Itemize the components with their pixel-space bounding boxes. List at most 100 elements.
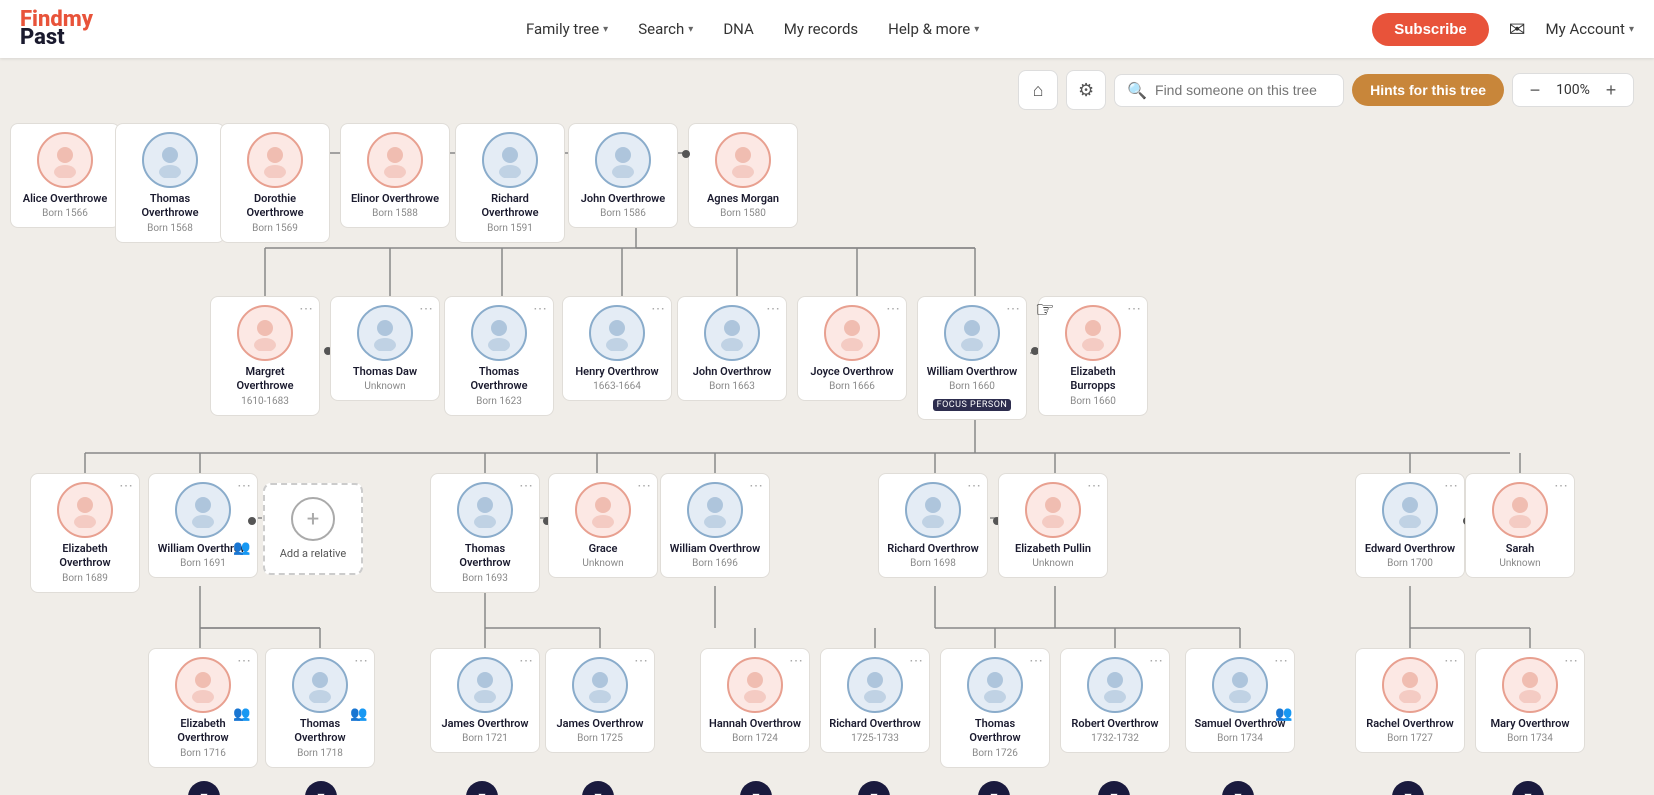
nav-family-tree[interactable]: Family tree ▾ xyxy=(526,20,608,38)
expand-button-richard3[interactable]: ▾ xyxy=(858,781,890,795)
expand-button-thomas5[interactable]: ▾ xyxy=(978,781,1010,795)
more-icon[interactable]: ⋯ xyxy=(909,653,923,669)
person-john2[interactable]: ⋯ John Overthrow Born 1663 xyxy=(677,296,787,401)
person-henry[interactable]: ⋯ Henry Overthrow 1663-1664 xyxy=(562,296,672,401)
expand-button-samuel[interactable]: ▾ xyxy=(1222,781,1254,795)
person-thomas-overthrowe[interactable]: Thomas Overthrowe Born 1568 xyxy=(115,123,225,243)
nav-dna[interactable]: DNA xyxy=(723,20,753,38)
person-thomas-overthrowe2[interactable]: ⋯ Thomas Overthrowe Born 1623 xyxy=(444,296,554,416)
person-thomas-daw[interactable]: ⋯ Thomas Daw Unknown xyxy=(330,296,440,401)
person-margret[interactable]: ⋯ Margret Overthrowe 1610-1683 xyxy=(210,296,320,416)
more-icon[interactable]: ⋯ xyxy=(749,478,763,494)
more-icon[interactable]: ⋯ xyxy=(1444,653,1458,669)
person-james-overthrow1[interactable]: ⋯ James Overthrow Born 1721 xyxy=(430,648,540,753)
person-alice[interactable]: Alice Overthrowe Born 1566 xyxy=(10,123,120,228)
more-icon[interactable]: ⋯ xyxy=(519,653,533,669)
settings-button[interactable]: ⚙ xyxy=(1066,70,1106,110)
more-icon[interactable]: ⋯ xyxy=(1274,653,1288,669)
person-name: Richard Overthrowe xyxy=(464,192,556,221)
more-icon[interactable]: ⋯ xyxy=(419,301,433,317)
person-joyce[interactable]: ⋯ Joyce Overthrow Born 1666 xyxy=(797,296,907,401)
expand-button-robert[interactable]: ▾ xyxy=(1098,781,1130,795)
person-elizabeth-burropps[interactable]: ⋯ Elizabeth Burropps Born 1660 xyxy=(1038,296,1148,416)
mail-icon[interactable]: ✉ xyxy=(1509,17,1526,41)
more-icon[interactable]: ⋯ xyxy=(237,653,251,669)
person-name: Henry Overthrow xyxy=(571,365,663,379)
person-mary-overthrow[interactable]: ⋯ Mary Overthrow Born 1734 xyxy=(1475,648,1585,753)
avatar xyxy=(572,657,628,713)
tree-search-box[interactable]: 🔍 xyxy=(1114,74,1344,107)
nav-search[interactable]: Search ▾ xyxy=(638,20,693,38)
person-richard-overthrow2[interactable]: ⋯ Richard Overthrow Born 1698 xyxy=(878,473,988,578)
person-hannah-overthrow[interactable]: ⋯ Hannah Overthrow Born 1724 xyxy=(700,648,810,753)
zoom-in-button[interactable]: + xyxy=(1599,78,1623,102)
person-thomas-overthrow3[interactable]: ⋯ Thomas Overthrow Born 1693 xyxy=(430,473,540,593)
more-icon[interactable]: ⋯ xyxy=(533,301,547,317)
nav-items: Family tree ▾ Search ▾ DNA My records He… xyxy=(133,20,1372,38)
more-icon[interactable]: ⋯ xyxy=(119,478,133,494)
more-icon[interactable]: ⋯ xyxy=(299,301,313,317)
logo[interactable]: Findmy Past xyxy=(20,9,93,49)
expand-button-mary[interactable]: ▾ xyxy=(1512,781,1544,795)
more-icon[interactable]: ⋯ xyxy=(1006,301,1020,317)
more-icon[interactable]: ⋯ xyxy=(766,301,780,317)
person-john-overthrowe[interactable]: John Overthrowe Born 1586 xyxy=(568,123,678,228)
person-elinor[interactable]: Elinor Overthrowe Born 1588 xyxy=(340,123,450,228)
more-icon[interactable]: ⋯ xyxy=(634,653,648,669)
expand-button-hannah[interactable]: ▾ xyxy=(740,781,772,795)
person-richard-overthrowe[interactable]: Richard Overthrowe Born 1591 xyxy=(455,123,565,243)
person-samuel-overthrow[interactable]: ⋯ Samuel Overthrow Born 1734 xyxy=(1185,648,1295,753)
hints-button[interactable]: Hints for this tree xyxy=(1352,74,1504,106)
person-name: Dorothie Overthrowe xyxy=(229,192,321,221)
person-elizabeth-overthrow1[interactable]: ⋯ Elizabeth Overthrow Born 1689 xyxy=(30,473,140,593)
expand-button-thomas4[interactable]: ▾ xyxy=(305,781,337,795)
more-icon[interactable]: ⋯ xyxy=(1127,301,1141,317)
person-edward-overthrow[interactable]: ⋯ Edward Overthrow Born 1700 xyxy=(1355,473,1465,578)
expand-button-elizabeth3[interactable]: ▾ xyxy=(188,781,220,795)
expand-button-rachel[interactable]: ▾ xyxy=(1392,781,1424,795)
nav-my-records[interactable]: My records xyxy=(784,20,858,38)
expand-button-james2[interactable]: ▾ xyxy=(582,781,614,795)
subscribe-button[interactable]: Subscribe xyxy=(1372,13,1489,46)
avatar xyxy=(457,482,513,538)
more-icon[interactable]: ⋯ xyxy=(1564,653,1578,669)
person-name: Elinor Overthrowe xyxy=(349,192,441,206)
more-icon[interactable]: ⋯ xyxy=(637,478,651,494)
person-richard-overthrow3[interactable]: ⋯ Richard Overthrow 1725-1733 xyxy=(820,648,930,753)
home-button[interactable]: ⌂ xyxy=(1018,70,1058,110)
person-grace[interactable]: ⋯ Grace Unknown xyxy=(548,473,658,578)
more-icon[interactable]: ⋯ xyxy=(967,478,981,494)
more-icon[interactable]: ⋯ xyxy=(886,301,900,317)
person-dates: 1663-1664 xyxy=(571,381,663,392)
person-james-overthrow2[interactable]: ⋯ James Overthrow Born 1725 xyxy=(545,648,655,753)
person-william-overthrow2[interactable]: ⋯ William Overthrow Born 1691 xyxy=(148,473,258,578)
more-icon[interactable]: ⋯ xyxy=(1149,653,1163,669)
more-icon[interactable]: ⋯ xyxy=(651,301,665,317)
more-icon[interactable]: ⋯ xyxy=(1444,478,1458,494)
person-rachel-overthrow[interactable]: ⋯ Rachel Overthrow Born 1727 xyxy=(1355,648,1465,753)
add-relative-card[interactable]: + Add a relative xyxy=(263,483,363,575)
person-thomas-overthrow5[interactable]: ⋯ Thomas Overthrow Born 1726 xyxy=(940,648,1050,768)
tree-search-input[interactable] xyxy=(1155,82,1331,98)
more-icon[interactable]: ⋯ xyxy=(789,653,803,669)
expand-button-james1[interactable]: ▾ xyxy=(466,781,498,795)
more-icon[interactable]: ⋯ xyxy=(237,478,251,494)
more-icon[interactable]: ⋯ xyxy=(1554,478,1568,494)
person-agnes-morgan[interactable]: Agnes Morgan Born 1580 xyxy=(688,123,798,228)
person-william-overthrow-focus[interactable]: ⋯ William Overthrow Born 1660 FOCUS PERS… xyxy=(917,296,1027,420)
person-dorothie[interactable]: Dorothie Overthrowe Born 1569 xyxy=(220,123,330,243)
person-dates: Born 1586 xyxy=(577,208,669,219)
account-menu[interactable]: My Account ▾ xyxy=(1546,20,1634,38)
nav-help[interactable]: Help & more ▾ xyxy=(888,20,979,38)
person-william-overthrow3[interactable]: ⋯ William Overthrow Born 1696 xyxy=(660,473,770,578)
more-icon[interactable]: ⋯ xyxy=(519,478,533,494)
zoom-out-button[interactable]: − xyxy=(1523,78,1547,102)
group-icon: 👥 xyxy=(233,706,250,722)
more-icon[interactable]: ⋯ xyxy=(1087,478,1101,494)
person-sarah[interactable]: ⋯ Sarah Unknown xyxy=(1465,473,1575,578)
person-elizabeth-pullin[interactable]: ⋯ Elizabeth Pullin Unknown xyxy=(998,473,1108,578)
person-robert-overthrow[interactable]: ⋯ Robert Overthrow 1732-1732 xyxy=(1060,648,1170,753)
avatar xyxy=(1065,305,1121,361)
more-icon[interactable]: ⋯ xyxy=(354,653,368,669)
more-icon[interactable]: ⋯ xyxy=(1029,653,1043,669)
